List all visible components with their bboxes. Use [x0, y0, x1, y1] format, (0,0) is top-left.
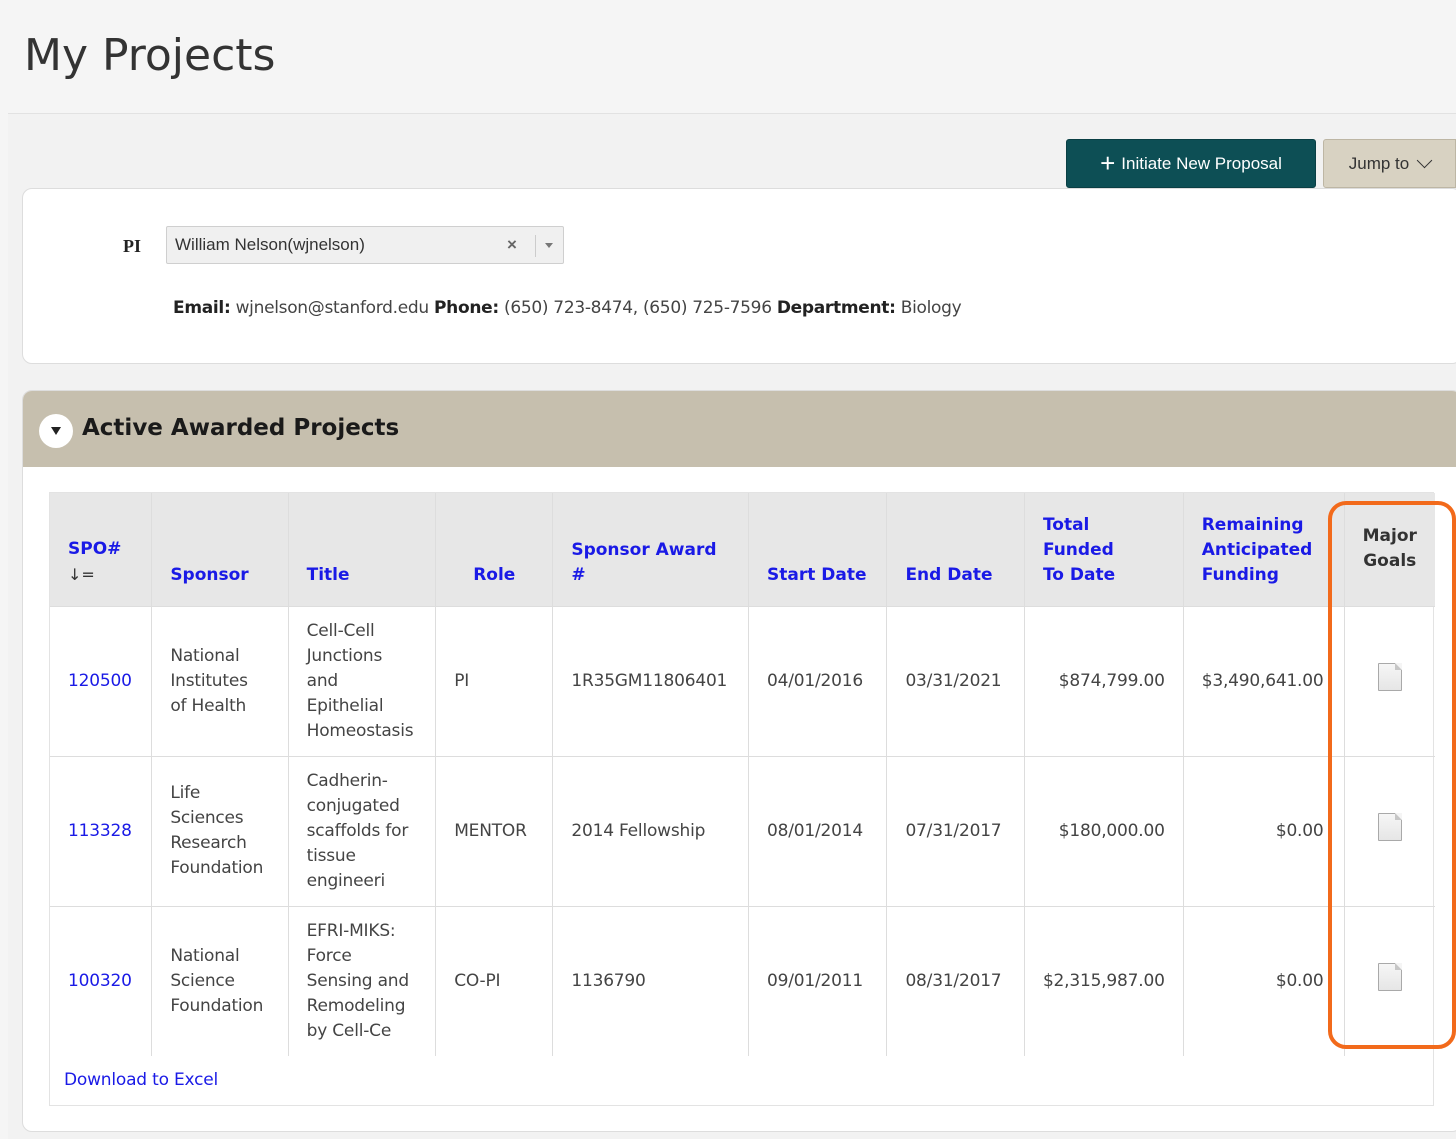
spo-cell: 100320	[50, 905, 153, 1056]
start-date-cell: 08/01/2014	[748, 755, 888, 906]
jump-to-dropdown[interactable]: Jump to	[1323, 139, 1456, 188]
title-cell: EFRI-MIKS: Force Sensing and Remodeling by C…	[288, 905, 437, 1056]
column-header-remaining-funding[interactable]: Remaining Anticipated Funding	[1183, 493, 1345, 606]
chevron-down-icon	[1416, 152, 1433, 169]
column-header-role[interactable]: Role	[435, 493, 554, 606]
sponsor-cell: Life Sciences Research Foundation	[151, 755, 289, 906]
pi-contact-info: Email: wjnelson@stanford.edu Phone: (650…	[173, 298, 962, 318]
remaining-funding-cell: $0.00	[1183, 905, 1345, 1056]
panel-header[interactable]: Active Awarded Projects	[23, 391, 1456, 467]
column-header-end-date[interactable]: End Date	[886, 493, 1025, 606]
column-header-spo[interactable]: SPO# ↓=	[50, 493, 153, 606]
pi-label: PI	[123, 236, 141, 256]
projects-table-container: SPO# ↓= Sponsor Title Role Sponsor Award…	[49, 492, 1435, 1106]
phone-label: Phone:	[434, 298, 499, 318]
major-goals-cell	[1344, 905, 1435, 1056]
select-divider	[535, 235, 536, 257]
document-icon[interactable]	[1377, 963, 1402, 992]
column-header-start-date[interactable]: Start Date	[748, 493, 888, 606]
remaining-funding-cell: $3,490,641.00	[1183, 605, 1345, 756]
download-to-excel-link[interactable]: Download to Excel	[64, 1070, 218, 1090]
panel-title: Active Awarded Projects	[82, 415, 400, 441]
column-header-sponsor[interactable]: Sponsor	[151, 493, 289, 606]
page-title: My Projects	[24, 30, 276, 81]
total-funded-cell: $2,315,987.00	[1024, 905, 1184, 1056]
clear-selection-icon[interactable]: ×	[507, 235, 517, 255]
table-header-row: SPO# ↓= Sponsor Title Role Sponsor Award…	[50, 493, 1435, 606]
major-goals-cell	[1344, 605, 1435, 756]
spo-link[interactable]: 100320	[68, 971, 132, 991]
column-header-major-goals: Major Goals	[1344, 493, 1435, 606]
start-date-cell: 04/01/2016	[748, 605, 888, 756]
column-header-title[interactable]: Title	[288, 493, 437, 606]
column-header-sponsor-award[interactable]: Sponsor Award #	[552, 493, 750, 606]
total-funded-cell: $874,799.00	[1024, 605, 1184, 756]
dropdown-arrow-icon[interactable]	[545, 243, 553, 248]
table-row: 100320 National Science Foundation EFRI-MI…	[50, 905, 1435, 1056]
spo-cell: 120500	[50, 605, 153, 756]
total-funded-cell: $180,000.00	[1024, 755, 1184, 906]
document-icon[interactable]	[1377, 663, 1402, 691]
phone-value: (650) 723-8474, (650) 725-7596	[503, 298, 772, 318]
email-label: Email:	[173, 298, 231, 318]
spo-link[interactable]: 113328	[68, 821, 132, 841]
table-row: 113328 Life Sciences Research Foundation Ca…	[50, 755, 1435, 906]
spo-link[interactable]: 120500	[68, 671, 132, 691]
projects-table: SPO# ↓= Sponsor Title Role Sponsor Award…	[50, 493, 1435, 1056]
title-cell: Cadherin-conjugated scaffolds for tissue en…	[288, 755, 437, 906]
department-label: Department:	[776, 298, 896, 318]
sponsor-cell: National Institutes of Health	[151, 605, 289, 756]
title-cell: Cell-Cell Junctions and Epithelial Homeostas…	[288, 605, 437, 756]
start-date-cell: 09/01/2011	[748, 905, 888, 1056]
role-cell: MENTOR	[435, 755, 554, 906]
plus-icon: +	[1100, 147, 1116, 178]
spo-cell: 113328	[50, 755, 153, 906]
end-date-cell: 08/31/2017	[886, 905, 1025, 1056]
sponsor-award-cell: 1136790	[552, 905, 750, 1056]
pi-select[interactable]: William Nelson(wjnelson) ×	[166, 226, 564, 264]
collapse-triangle-icon[interactable]	[39, 414, 73, 448]
sponsor-award-cell: 1R35GM11806401	[552, 605, 750, 756]
sponsor-award-cell: 2014 Fellowship	[552, 755, 750, 906]
initiate-new-proposal-button[interactable]: + Initiate New Proposal	[1066, 139, 1316, 188]
major-goals-cell	[1344, 755, 1435, 906]
sponsor-cell: National Science Foundation	[151, 905, 289, 1056]
page-header: My Projects	[8, 6, 1456, 114]
role-cell: PI	[435, 605, 554, 756]
department-value: Biology	[900, 298, 962, 318]
table-row: 120500 National Institutes of Health Cell-…	[50, 605, 1435, 756]
column-header-total-funded[interactable]: Total Funded To Date	[1024, 493, 1184, 606]
remaining-funding-cell: $0.00	[1183, 755, 1345, 906]
pi-selected-value: William Nelson(wjnelson)	[175, 235, 365, 254]
sort-descending-icon[interactable]: ↓=	[68, 565, 95, 584]
end-date-cell: 03/31/2021	[886, 605, 1025, 756]
document-icon[interactable]	[1377, 813, 1402, 841]
role-cell: CO-PI	[435, 905, 554, 1056]
jump-to-label: Jump to	[1348, 153, 1410, 173]
initiate-new-proposal-label: Initiate New Proposal	[1121, 153, 1282, 173]
end-date-cell: 07/31/2017	[886, 755, 1025, 906]
email-value: wjnelson@stanford.edu	[235, 298, 430, 318]
pi-info-card	[22, 188, 1456, 364]
